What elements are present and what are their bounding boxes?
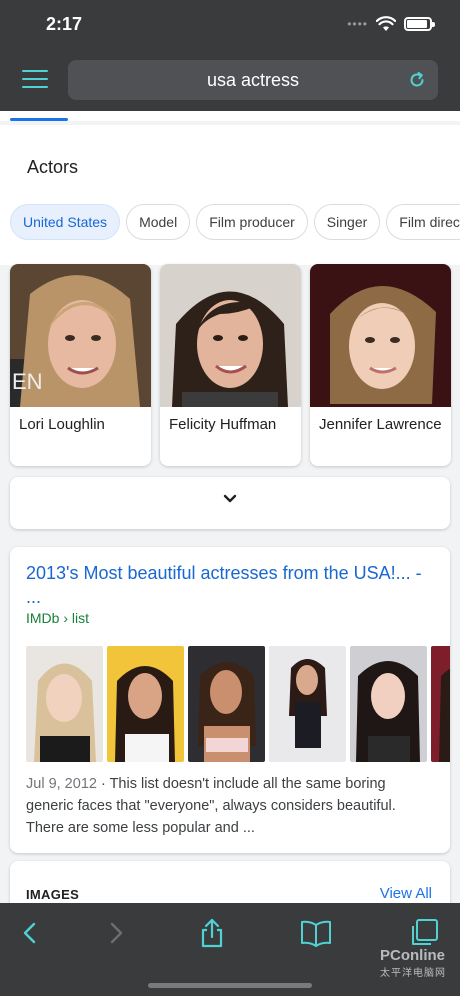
signal-dots-icon: •••• <box>347 17 368 31</box>
actor-photo <box>160 264 301 407</box>
actor-card[interactable]: Felicity Huffman <box>160 264 301 466</box>
page-content[interactable]: Actors United States Model Film producer… <box>0 111 460 903</box>
home-indicator[interactable] <box>148 983 312 988</box>
images-heading: IMAGES <box>26 887 80 902</box>
actor-name: Felicity Huffman <box>169 416 277 433</box>
watermark-logo: PConline 太平洋电脑网 <box>380 947 446 979</box>
active-tab-indicator <box>10 118 68 121</box>
chip-model[interactable]: Model <box>126 204 191 240</box>
browser-top-bar: 2:17 •••• usa actress <box>0 0 460 111</box>
chip-film-director[interactable]: Film director <box>386 204 460 240</box>
actor-photo: EN <box>10 264 151 407</box>
actors-heading: Actors <box>27 157 79 177</box>
images-section: IMAGES View All <box>10 861 450 903</box>
watermark-sub: 太平洋电脑网 <box>380 968 446 979</box>
svg-text:EN: EN <box>12 369 43 394</box>
actor-name: Lori Loughlin <box>19 416 105 433</box>
actors-panel: Actors United States Model Film producer… <box>0 125 460 265</box>
filter-chips: United States Model Film producer Singer… <box>10 204 460 240</box>
chip-singer[interactable]: Singer <box>313 204 381 240</box>
address-text[interactable]: usa actress <box>68 70 438 91</box>
chevron-down-icon <box>223 494 237 503</box>
thumbnail-image[interactable] <box>107 646 184 762</box>
chip-united-states[interactable]: United States <box>10 204 121 240</box>
forward-icon[interactable] <box>100 917 132 949</box>
result-snippet: Jul 9, 2012 · This list doesn't include … <box>26 773 436 839</box>
view-all-link[interactable]: View All <box>380 885 432 902</box>
browser-bottom-toolbar: PConline 太平洋电脑网 <box>0 903 460 996</box>
thumbnail-image[interactable] <box>431 646 450 762</box>
thumbnail-image[interactable] <box>188 646 265 762</box>
expand-more-button[interactable] <box>10 477 450 529</box>
thumbnail-image[interactable] <box>26 646 103 762</box>
battery-icon <box>404 17 435 31</box>
watermark-brand: PConline <box>380 947 446 964</box>
result-breadcrumb[interactable]: IMDb › list <box>26 610 89 626</box>
share-icon[interactable] <box>196 917 228 949</box>
back-icon[interactable] <box>14 917 46 949</box>
actor-carousel: EN Lori Loughlin Felicity Huffman Jennif… <box>10 264 451 466</box>
address-bar[interactable]: usa actress <box>68 60 438 100</box>
bookmarks-icon[interactable] <box>300 917 332 949</box>
menu-icon[interactable] <box>22 70 48 90</box>
result-date: Jul 9, 2012 <box>26 776 97 792</box>
result-title-link[interactable]: 2013's Most beautiful actresses from the… <box>26 561 436 609</box>
wifi-icon <box>376 16 396 31</box>
actor-photo <box>310 264 451 407</box>
thumbnail-image[interactable] <box>269 646 346 762</box>
thumbnail-image[interactable] <box>350 646 427 762</box>
chip-film-producer[interactable]: Film producer <box>196 204 308 240</box>
tabs-icon[interactable] <box>408 917 440 949</box>
result-thumbnails <box>26 646 450 762</box>
actor-name: Jennifer Lawrence <box>319 416 442 433</box>
search-result: 2013's Most beautiful actresses from the… <box>10 547 450 853</box>
actor-card[interactable]: Jennifer Lawrence <box>310 264 451 466</box>
status-icons: •••• <box>347 16 435 32</box>
tab-strip <box>0 111 460 121</box>
reload-icon[interactable] <box>408 71 426 89</box>
status-time: 2:17 <box>46 14 83 34</box>
actor-card[interactable]: EN Lori Loughlin <box>10 264 151 466</box>
